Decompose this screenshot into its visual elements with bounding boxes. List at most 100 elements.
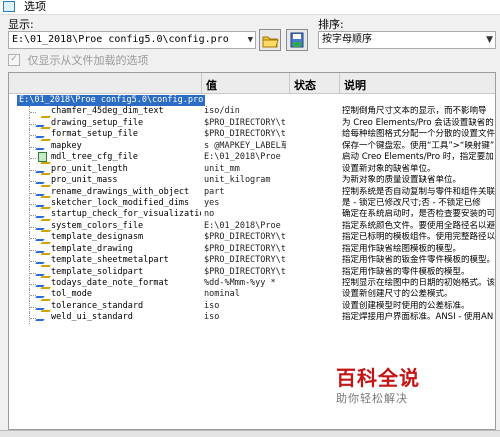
tree-connector (30, 226, 36, 228)
option-description: 指定系统颜色文件。要使用全路径名以避 (342, 220, 496, 231)
tree-connector (30, 158, 36, 160)
option-name: pro_unit_mass (51, 175, 118, 186)
option-name: template_drawing (51, 243, 133, 254)
tree-connector (30, 112, 36, 114)
option-name: tol_mode (51, 289, 92, 300)
option-name: mapkey (51, 140, 82, 151)
pencil-icon (35, 290, 49, 299)
show-loaded-only-label: 仅显示从文件加载的选项 (27, 54, 149, 67)
option-value: no (204, 209, 215, 220)
option-name: mdl_tree_cfg_file (51, 152, 138, 163)
option-description: 指定焊接用户界面标准。ANSI - 使用AN (342, 312, 494, 323)
title-bar: 选项 (0, 0, 500, 15)
pencil-icon (35, 118, 49, 127)
chevron-down-icon[interactable]: ▼ (248, 32, 253, 48)
save-icon (290, 32, 304, 48)
pencil-icon (35, 279, 49, 287)
open-folder-button[interactable] (259, 29, 281, 51)
save-copy-button[interactable] (286, 29, 308, 51)
tree-connector (30, 306, 36, 308)
option-description: 设置新对象的缺省单位。 (342, 163, 436, 174)
column-header-description[interactable]: 说明 (344, 77, 366, 93)
option-description: 设置新创建尺寸的公差模式。 (342, 289, 453, 300)
option-description: 为新对象的质量设置缺省单位。 (342, 175, 462, 186)
table-row[interactable]: startup_check_for_visualization no 确定在系统启动… (9, 209, 495, 221)
option-name: tolerance_standard (51, 300, 144, 311)
column-header-value[interactable]: 值 (206, 77, 217, 93)
table-row[interactable]: mapkey s @MAPKEY_LABEL草... 保存一个键盘宏。使用“工具”>… (9, 140, 495, 153)
option-description: 启动 Creo Elements/Pro 时，指定要加 (342, 152, 494, 163)
table-header: 值 状态 说明 (9, 73, 495, 94)
pencil-icon (35, 176, 49, 185)
option-description: 是 - 锁定已修改尺寸;否 - 不锁定已修 (342, 197, 481, 208)
tree-root-row[interactable]: E:\01_2018\Proe config5.0\config.pro (9, 95, 495, 106)
option-name: template_designasm (51, 232, 144, 243)
table-body: E:\01_2018\Proe config5.0\config.pro cha… (9, 95, 495, 324)
sort-combobox[interactable]: 按字母顺序 ▼ (318, 31, 496, 49)
chevron-down-icon[interactable]: ▼ (486, 32, 493, 48)
table-row[interactable]: rename_drawings_with_object part 控制系统是否自动复… (9, 186, 496, 198)
app-icon (3, 1, 15, 12)
tree-root-label[interactable]: E:\01_2018\Proe config5.0\config.pro (17, 95, 206, 106)
table-row[interactable]: sketcher_lock_modified_dims yes 是 - 锁定已修改尺… (9, 197, 495, 210)
table-row[interactable]: drawing_setup_file $PRO_DIRECTORY\te... 为 … (9, 117, 495, 130)
option-name: format_setup_file (51, 129, 138, 140)
option-value: iso (204, 300, 220, 311)
option-value: %dd-%Mmm-%yy * (204, 278, 276, 288)
option-name: chamfer_45deg_dim_text (51, 106, 164, 117)
pencil-icon (35, 164, 49, 173)
table-row[interactable]: system_colors_file E:\01_2018\Proe c... 指定… (9, 220, 496, 233)
table-row[interactable]: format_setup_file $PRO_DIRECTORY\te... 给每种… (9, 129, 495, 141)
table-row[interactable]: pro_unit_mass unit_kilogram 为新对象的质量设置缺省单位。 (9, 175, 495, 187)
pencil-icon (35, 233, 49, 242)
display-combobox[interactable]: E:\01_2018\Proe config5.0\config.pro ▼ (8, 31, 256, 49)
table-row[interactable]: template_drawing $PRO_DIRECTORY\te... 指定用作… (9, 243, 495, 256)
show-loaded-only-checkbox[interactable]: ✓ (8, 54, 20, 66)
option-value: $PRO_DIRECTORY\te... (204, 255, 286, 266)
table-row[interactable]: todays_date_note_format %dd-%Mmm-%yy * 控制显… (9, 278, 495, 290)
option-name: rename_drawings_with_object (51, 186, 190, 197)
option-name: startup_check_for_visualization (51, 209, 201, 220)
display-value: E:\01_2018\Proe config5.0\config.pro (12, 34, 229, 45)
option-value: $PRO_DIRECTORY\te... (204, 266, 286, 277)
watermark-subtitle: 助你轻松解决 (336, 392, 408, 405)
table-row[interactable]: chamfer_45deg_dim_text iso/din 控制倒角尺寸文本的显示… (9, 106, 495, 118)
option-value: $PRO_DIRECTORY\te... (204, 243, 286, 254)
table-row[interactable]: template_solidpart $PRO_DIRECTORY\te... 指定… (9, 266, 495, 278)
table-row[interactable]: template_designasm $PRO_DIRECTORY\te... 指定… (9, 232, 496, 244)
column-header-status[interactable]: 状态 (294, 77, 316, 93)
tree-connector (30, 272, 36, 274)
table-row[interactable]: mdl_tree_cfg_file E:\01_2018\Proe c... 启动 … (9, 152, 495, 164)
option-value: E:\01_2018\Proe c... (204, 220, 286, 231)
option-value: $PRO_DIRECTORY\te... (204, 232, 286, 243)
document-icon (38, 152, 47, 163)
table-row[interactable]: tolerance_standard iso 设置创建模型时使用的公差标准。 (9, 300, 495, 313)
option-name: sketcher_lock_modified_dims (51, 197, 190, 208)
option-value: s @MAPKEY_LABEL草... (204, 140, 286, 151)
option-value: unit_mm (204, 163, 240, 174)
window-title: 选项 (24, 0, 46, 13)
pencil-icon (35, 198, 49, 207)
table-row[interactable]: weld_ui_standard iso 指定焊接用户界面标准。ANSI - 使用A… (9, 312, 495, 324)
table-row[interactable]: pro_unit_length unit_mm 设置新对象的缺省单位。 (9, 163, 495, 176)
pencil-icon (35, 244, 49, 253)
option-value: $PRO_DIRECTORY\te... (204, 117, 286, 128)
pencil-icon (35, 210, 49, 219)
tree-connector (30, 146, 36, 148)
option-value: iso (204, 312, 220, 323)
display-label: 显示: (8, 18, 34, 31)
show-loaded-only-option[interactable]: ✓ 仅显示从文件加载的选项 (8, 52, 149, 68)
option-value: E:\01_2018\Proe c... (204, 152, 286, 163)
option-name: weld_ui_standard (51, 312, 133, 323)
option-value: nominal (204, 289, 240, 300)
option-description: 控制系统是否自动复制与零件和组件关联 (342, 186, 496, 197)
watermark: 百科全说 助你轻松解决 (336, 362, 476, 412)
tree-connector (30, 192, 36, 194)
pencil-icon (35, 301, 49, 310)
folder-open-icon (262, 36, 279, 48)
table-row[interactable]: template_sheetmetalpart $PRO_DIRECTORY\te… (9, 255, 495, 267)
option-description: 设置创建模型时使用的公差标准。 (342, 300, 470, 311)
option-name: system_colors_file (51, 220, 144, 231)
table-row[interactable]: tol_mode nominal 设置新创建尺寸的公差模式。 (9, 289, 495, 301)
option-description: 指定已标明的模板组件。使用完整路径以 (342, 232, 496, 243)
